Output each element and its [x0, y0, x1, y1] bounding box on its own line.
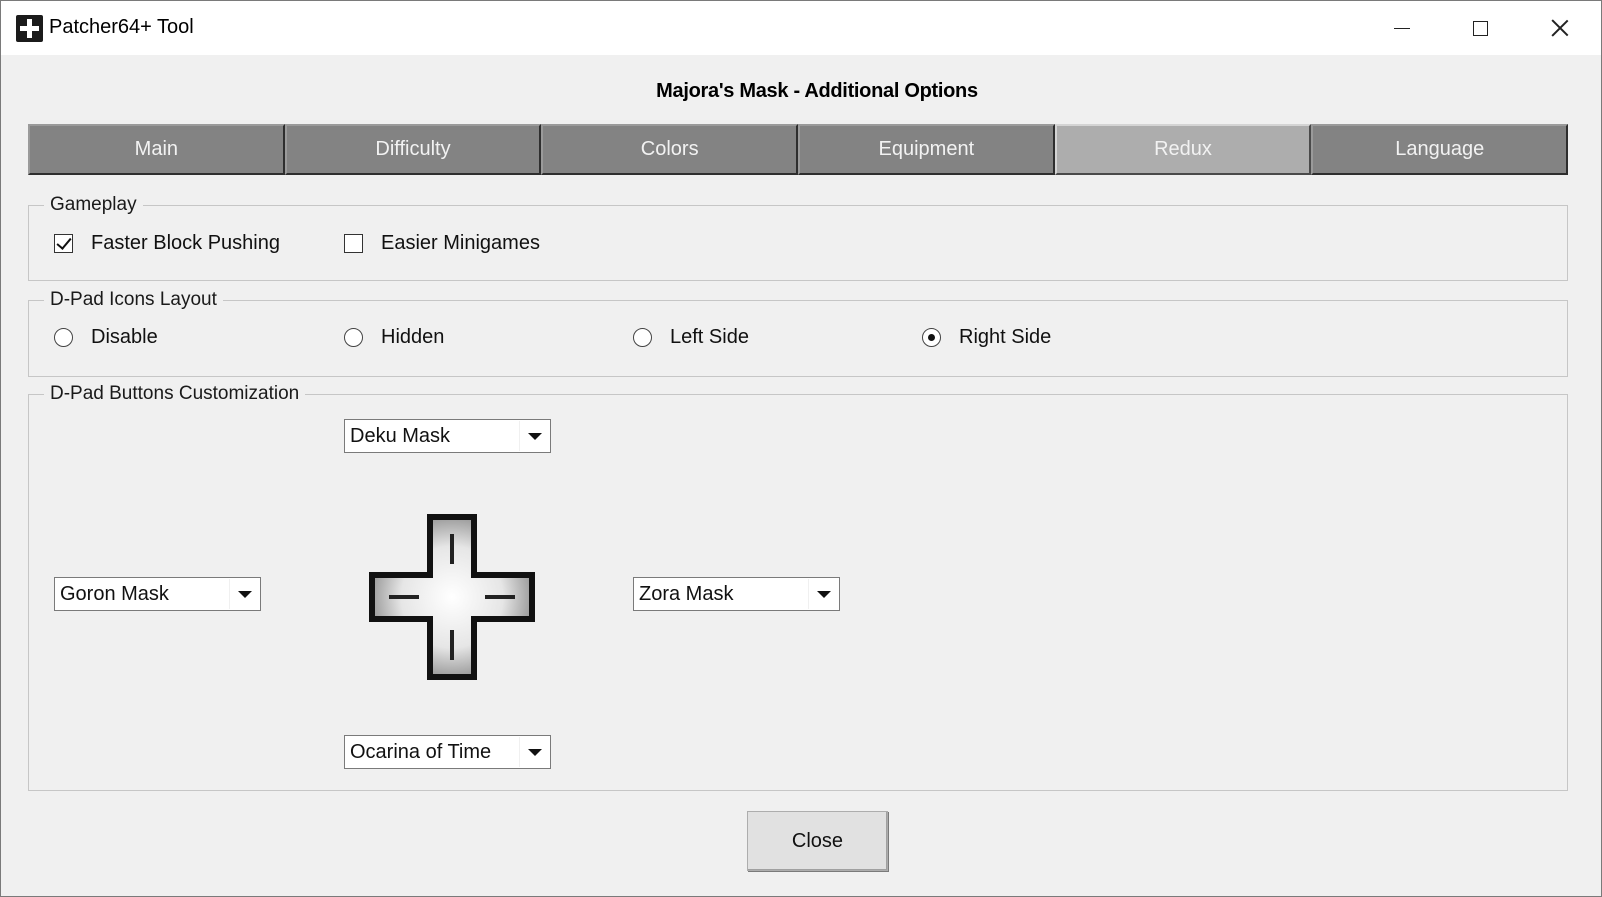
- dpad-up-select[interactable]: Deku Mask: [344, 419, 551, 453]
- maximize-button[interactable]: [1441, 1, 1519, 55]
- tab-language[interactable]: Language: [1311, 124, 1569, 175]
- window-close-button[interactable]: [1521, 1, 1599, 55]
- chevron-down-icon[interactable]: [229, 579, 259, 609]
- chevron-down-icon[interactable]: [519, 737, 549, 767]
- easier-minigames-option[interactable]: Easier Minigames: [344, 232, 540, 255]
- tab-equipment[interactable]: Equipment: [798, 124, 1055, 175]
- options-window: Patcher64+ Tool Majora's Mask - Addition…: [0, 0, 1602, 897]
- dpad-layout-right-side-option[interactable]: Right Side: [922, 326, 1051, 349]
- dpad-left-value: Goron Mask: [60, 582, 169, 605]
- tab-difficulty[interactable]: Difficulty: [284, 124, 542, 175]
- dpad-right-value: Zora Mask: [639, 582, 734, 605]
- dpad-layout-right-side-radio[interactable]: [922, 328, 941, 347]
- dpad-layout-left-side-label: Left Side: [670, 326, 749, 348]
- dpad-layout-right-side-label: Right Side: [959, 326, 1052, 348]
- close-icon: [1551, 19, 1569, 37]
- dpad-layout-group: D-Pad Icons Layout: [28, 289, 1568, 377]
- patcher64-app-icon: [16, 15, 43, 42]
- dpad-layout-hidden-label: Hidden: [381, 326, 445, 348]
- gameplay-legend: Gameplay: [50, 194, 137, 215]
- faster-block-pushing-option[interactable]: Faster Block Pushing: [54, 232, 280, 255]
- dpad-down-select[interactable]: Ocarina of Time: [344, 735, 551, 769]
- dpad-layout-disable-option[interactable]: Disable: [54, 326, 158, 349]
- easier-minigames-label: Easier Minigames: [381, 232, 540, 254]
- dpad-buttons-legend: D-Pad Buttons Customization: [50, 383, 300, 404]
- dpad-layout-disable-radio[interactable]: [54, 328, 73, 347]
- dpad-layout-disable-label: Disable: [91, 326, 158, 348]
- page-heading: Majora's Mask - Additional Options: [656, 80, 978, 102]
- faster-block-pushing-label: Faster Block Pushing: [91, 232, 280, 254]
- dpad-down-value: Ocarina of Time: [350, 740, 492, 763]
- chevron-down-icon[interactable]: [519, 421, 549, 451]
- tab-redux[interactable]: Redux: [1054, 124, 1312, 175]
- title-bar[interactable]: Patcher64+ Tool: [1, 1, 1601, 55]
- easier-minigames-checkbox[interactable]: [344, 234, 363, 253]
- chevron-down-icon[interactable]: [808, 579, 838, 609]
- faster-block-pushing-checkbox[interactable]: [54, 234, 73, 253]
- dpad-layout-hidden-radio[interactable]: [344, 328, 363, 347]
- dpad-right-select[interactable]: Zora Mask: [633, 577, 840, 611]
- tab-colors[interactable]: Colors: [541, 124, 799, 175]
- close-button[interactable]: Close: [747, 811, 888, 871]
- window-title: Patcher64+ Tool: [49, 16, 194, 38]
- dpad-layout-legend: D-Pad Icons Layout: [50, 289, 217, 310]
- dpad-up-value: Deku Mask: [350, 424, 451, 447]
- tab-strip: Main Difficulty Colors Equipment Redux L…: [28, 124, 1569, 175]
- maximize-icon: [1472, 20, 1488, 36]
- minimize-button[interactable]: [1363, 1, 1441, 55]
- dpad-layout-left-side-option[interactable]: Left Side: [633, 326, 749, 349]
- minimize-icon: [1394, 27, 1410, 29]
- dpad-left-select[interactable]: Goron Mask: [54, 577, 261, 611]
- tab-main[interactable]: Main: [28, 124, 285, 175]
- dpad-layout-left-side-radio[interactable]: [633, 328, 652, 347]
- dpad-cross-icon: [369, 514, 535, 680]
- dpad-layout-hidden-option[interactable]: Hidden: [344, 326, 444, 349]
